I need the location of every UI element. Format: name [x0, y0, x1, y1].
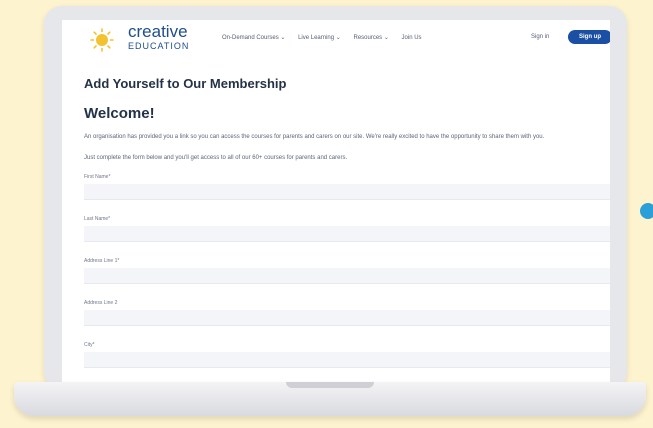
city-label: City* [84, 342, 95, 348]
decorative-blue-dot [640, 203, 653, 219]
nav-item-live-learning[interactable]: Live Learning ⌄ [298, 34, 341, 41]
membership-form-section: Add Yourself to Our Membership Welcome! … [84, 76, 610, 384]
chevron-down-icon: ⌄ [383, 35, 389, 41]
laptop-base [14, 382, 646, 416]
welcome-heading: Welcome! [84, 105, 155, 122]
nav-item-label: Live Learning [298, 35, 335, 41]
first-name-field[interactable] [84, 184, 610, 200]
chevron-down-icon: ⌄ [335, 35, 341, 41]
address-line-1-label: Address Line 1* [84, 258, 120, 264]
sign-in-link[interactable]: Sign in [531, 34, 549, 40]
address-line-2-label: Address Line 2 [84, 300, 118, 306]
last-name-label: Last Name* [84, 216, 111, 222]
nav-item-label: On-Demand Courses [222, 35, 279, 41]
site-header: creative EDUCATION On-Demand Courses ⌄ L… [62, 20, 610, 56]
address-line-1-field[interactable] [84, 268, 610, 284]
page-title: Add Yourself to Our Membership [84, 76, 287, 91]
sign-up-button[interactable]: Sign up [568, 30, 610, 44]
browser-screen: creative EDUCATION On-Demand Courses ⌄ L… [62, 20, 610, 390]
laptop-notch [286, 382, 374, 388]
logo-wordmark[interactable]: creative [128, 23, 188, 41]
chevron-down-icon: ⌄ [280, 35, 286, 41]
nav-item-label: Resources [353, 35, 383, 41]
nav-item-label: Join Us [401, 35, 422, 41]
main-nav: On-Demand Courses ⌄ Live Learning ⌄ Reso… [222, 34, 433, 41]
address-line-2-field[interactable] [84, 310, 610, 326]
city-field[interactable] [84, 352, 610, 368]
instructions-paragraph: Just complete the form below and you'll … [84, 155, 348, 161]
last-name-field[interactable] [84, 226, 610, 242]
nav-item-on-demand-courses[interactable]: On-Demand Courses ⌄ [222, 34, 285, 41]
first-name-label: First Name* [84, 174, 111, 180]
laptop-frame: creative EDUCATION On-Demand Courses ⌄ L… [44, 6, 627, 390]
sun-logo-icon [90, 28, 114, 52]
nav-item-resources[interactable]: Resources ⌄ [353, 34, 388, 41]
logo-subtitle: EDUCATION [128, 41, 190, 51]
intro-paragraph: An organisation has provided you a link … [84, 134, 545, 140]
nav-item-join-us[interactable]: Join Us [402, 35, 422, 41]
